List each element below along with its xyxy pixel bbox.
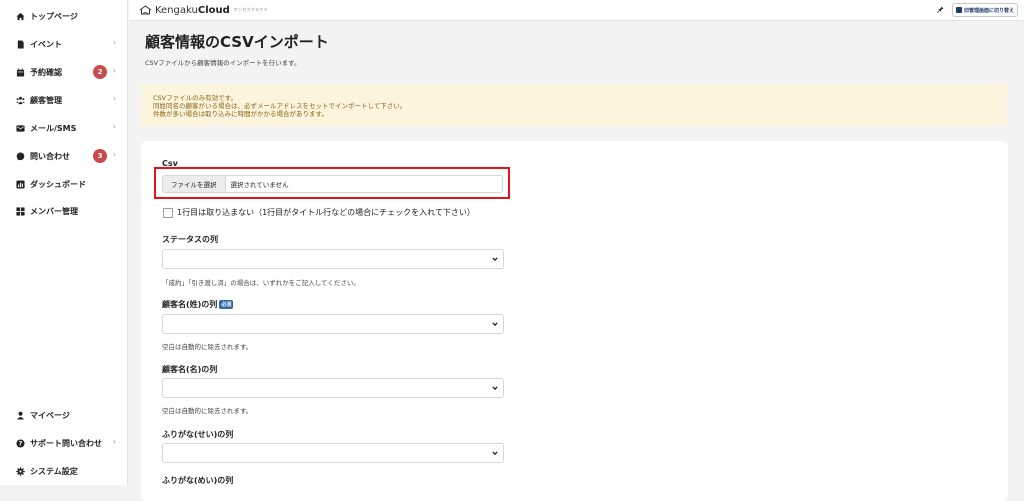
sidebar-item-my-page[interactable]: マイページ <box>0 404 128 426</box>
header-actions: 旧管理画面に切り替え <box>936 3 1018 17</box>
grid-icon <box>15 206 25 216</box>
sidebar-item-inquiries[interactable]: 問い合わせ 3 › <box>0 145 128 167</box>
last-name-column-help: 空白は自動的に除去されます。 <box>162 343 253 351</box>
notice-line: CSVファイルのみ有効です。 <box>153 94 237 102</box>
chevron-right-icon: › <box>112 150 116 159</box>
highlight-annotation <box>154 167 510 199</box>
chevron-right-icon: › <box>112 38 116 47</box>
chevron-right-icon: › <box>112 94 116 103</box>
notification-badge: 2 <box>93 65 107 79</box>
last-name-column-select[interactable] <box>162 314 504 334</box>
chat-bubble-icon <box>15 151 25 161</box>
sidebar-item-label: イベント <box>30 39 62 49</box>
chart-icon <box>15 179 25 189</box>
pin-icon[interactable] <box>936 5 944 15</box>
svg-text:?: ? <box>18 440 22 447</box>
kana-last-name-column-select[interactable] <box>162 443 504 463</box>
skip-first-row-checkbox[interactable] <box>163 207 173 218</box>
admin-icon <box>955 7 962 13</box>
sidebar-item-label: 予約確認 <box>30 67 62 77</box>
sidebar-item-label: メンバー管理 <box>30 206 78 216</box>
notice-line: 件数が多い場合は取り込みに時間がかかる場合があります。 <box>153 110 328 118</box>
mail-icon <box>15 123 25 133</box>
kana-first-name-column-label: ふりがな(めい)の列 <box>162 476 234 485</box>
brand-logo[interactable]: Kengaku Cloud ケンガククラウド <box>139 5 268 16</box>
gear-icon <box>15 466 25 476</box>
status-column-select[interactable] <box>162 249 504 269</box>
chevron-down-icon <box>492 257 498 262</box>
sidebar-item-label: マイページ <box>30 410 70 420</box>
sidebar-item-system-settings[interactable]: システム設定 <box>0 460 128 482</box>
sidebar-item-support[interactable]: ? サポート問い合わせ › <box>0 432 128 454</box>
sidebar-item-customers[interactable]: 顧客管理 › <box>0 89 128 111</box>
last-name-column-label-text: 顧客名(姓)の列 <box>162 300 218 309</box>
user-icon <box>15 410 25 420</box>
logo-text-bold: Cloud <box>197 4 230 16</box>
sidebar-item-events[interactable]: イベント › <box>0 33 128 55</box>
chevron-right-icon: › <box>112 437 116 446</box>
sidebar-item-dashboard[interactable]: ダッシュボード <box>0 173 128 195</box>
first-name-column-label: 顧客名(名)の列 <box>162 365 218 374</box>
first-name-column-select[interactable] <box>162 378 504 398</box>
required-badge: 必須 <box>219 300 234 309</box>
sidebar-item-label: トップページ <box>30 11 78 21</box>
logo-subtitle: ケンガククラウド <box>233 7 268 12</box>
sidebar-item-top-page[interactable]: トップページ <box>0 5 128 27</box>
chevron-right-icon: › <box>112 66 116 75</box>
skip-first-row-option[interactable]: 1行目は取り込まない（1行目がタイトル行などの場合にチェックを入れて下さい） <box>163 207 475 218</box>
logo-text: Kengaku <box>155 4 198 16</box>
home-icon <box>15 11 25 21</box>
question-circle-icon: ? <box>15 438 25 448</box>
chevron-down-icon <box>492 322 498 327</box>
sidebar-item-label: 顧客管理 <box>30 95 62 105</box>
sidebar: トップページ イベント › 予約確認 2 › 顧客管理 › メール/SMS › … <box>0 0 128 485</box>
chevron-down-icon <box>492 386 498 391</box>
document-icon <box>15 39 25 49</box>
sidebar-item-label: ダッシュボード <box>30 179 86 189</box>
status-column-help: 「成約」「引き渡し済」の場合は、いずれかをご記入してください。 <box>162 279 360 287</box>
top-header: Kengaku Cloud ケンガククラウド 旧管理画面に切り替え <box>129 0 1024 21</box>
notification-badge: 3 <box>93 149 107 163</box>
sidebar-item-members[interactable]: メンバー管理 <box>0 200 128 222</box>
status-column-label: ステータスの列 <box>162 235 218 244</box>
switch-legacy-admin-button[interactable]: 旧管理画面に切り替え <box>951 3 1018 17</box>
sidebar-item-label: 問い合わせ <box>30 151 70 161</box>
chevron-down-icon <box>492 451 498 456</box>
sidebar-item-label: メール/SMS <box>30 123 77 133</box>
notice-line: 同姓同名の顧客がいる場合は、必ずメールアドレスをセットでインポートして下さい。 <box>153 102 407 110</box>
kana-last-name-column-label: ふりがな(せい)の列 <box>162 430 234 439</box>
house-logo-icon <box>139 5 152 15</box>
page-subtitle: CSVファイルから顧客情報のインポートを行います。 <box>145 59 301 67</box>
sidebar-item-reservations[interactable]: 予約確認 2 › <box>0 61 128 83</box>
first-name-column-help: 空白は自動的に除去されます。 <box>162 407 253 415</box>
chevron-right-icon: › <box>112 122 116 131</box>
notice-box: CSVファイルのみ有効です。 同姓同名の顧客がいる場合は、必ずメールアドレスをセ… <box>141 84 1007 126</box>
last-name-column-label: 顧客名(姓)の列 必須 <box>162 299 234 310</box>
sidebar-item-mail-sms[interactable]: メール/SMS › <box>0 117 128 139</box>
skip-first-row-label: 1行目は取り込まない（1行目がタイトル行などの場合にチェックを入れて下さい） <box>177 208 475 217</box>
sidebar-item-label: サポート問い合わせ <box>30 438 102 448</box>
switch-legacy-admin-label: 旧管理画面に切り替え <box>963 7 1014 14</box>
users-icon <box>15 95 25 105</box>
page-title: 顧客情報のCSVインポート <box>145 33 329 51</box>
calendar-icon <box>15 67 25 77</box>
sidebar-item-label: システム設定 <box>30 466 78 476</box>
